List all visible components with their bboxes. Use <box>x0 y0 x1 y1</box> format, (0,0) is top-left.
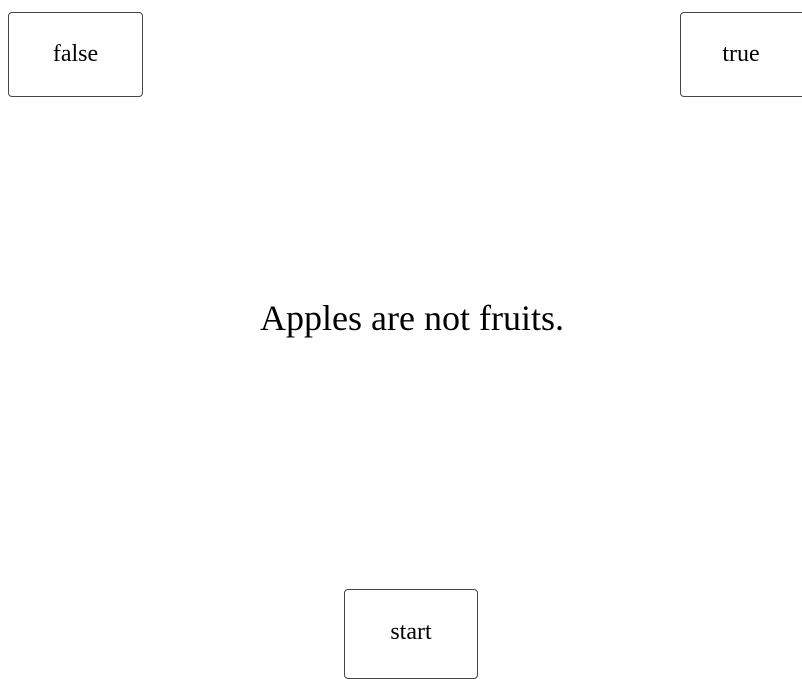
true-button[interactable]: true <box>680 12 802 97</box>
false-button[interactable]: false <box>8 12 143 97</box>
start-button[interactable]: start <box>344 589 478 679</box>
statement-text: Apples are not fruits. <box>260 298 564 338</box>
